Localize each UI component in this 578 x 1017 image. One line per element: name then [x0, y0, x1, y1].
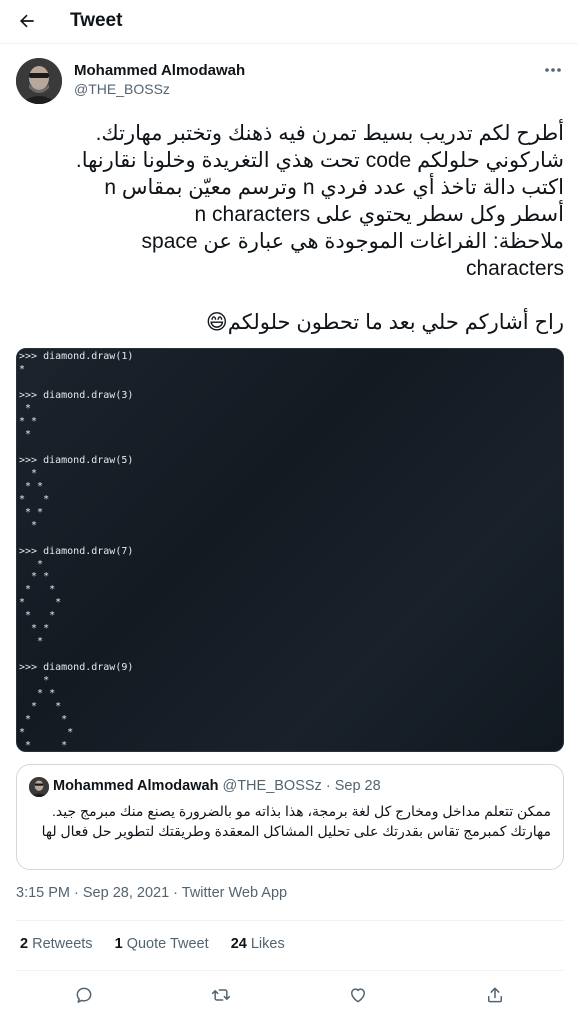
code-line: * *: [19, 740, 68, 752]
more-icon: [545, 68, 561, 72]
tweet-text-line: اكتب دالة تاخذ أي عدد فردي n وترسم معيّن…: [104, 176, 564, 199]
tweet-media-code-screenshot[interactable]: >>> diamond.draw(1) * >>> diamond.draw(3)…: [16, 348, 564, 752]
code-line: * *: [19, 688, 56, 700]
author-name[interactable]: Mohammed Almodawah: [74, 62, 245, 79]
code-line: >>> diamond.draw(5): [19, 454, 134, 466]
code-output: >>> diamond.draw(1) * >>> diamond.draw(3)…: [19, 351, 134, 752]
quoted-author-handle: @THE_BOSSz: [222, 778, 322, 794]
divider: [16, 970, 564, 971]
quoted-date: Sep 28: [334, 778, 381, 794]
code-line: * *: [19, 571, 50, 583]
code-line: *: [19, 402, 32, 414]
engagement-stats: 2 Retweets 1 Quote Tweet 24 Likes: [20, 936, 303, 952]
quoted-author-avatar: [29, 777, 49, 797]
quote-tweets-count: 1: [114, 936, 123, 952]
code-line: >>> diamond.draw(1): [19, 351, 134, 362]
quoted-author-name: Mohammed Almodawah: [53, 778, 219, 794]
tweet-actions: [16, 980, 564, 1010]
tweet-timestamp[interactable]: 3:15 PM · Sep 28, 2021 · Twitter Web App: [16, 885, 287, 901]
tweet-text-line: ملاحظة: الفراغات الموجودة هي عبارة عن sp…: [141, 230, 564, 253]
author-handle[interactable]: @THE_BOSSz: [74, 81, 170, 97]
code-line: * *: [19, 597, 62, 609]
like-icon: [351, 988, 365, 1003]
share-icon: [488, 987, 502, 1003]
code-line: * *: [19, 480, 44, 492]
code-line: *: [19, 636, 44, 648]
page-title: Tweet: [70, 10, 123, 31]
code-line: * *: [19, 610, 56, 622]
quoted-tweet[interactable]: Mohammed Almodawah @THE_BOSSz · Sep 28 م…: [16, 764, 564, 870]
code-line: * *: [19, 415, 38, 427]
likes-label: Likes: [250, 936, 285, 952]
quote-tweets-stat[interactable]: 1 Quote Tweet: [115, 936, 209, 952]
quote-tweets-label: Quote Tweet: [126, 936, 209, 952]
quoted-tweet-meta: Mohammed Almodawah @THE_BOSSz · Sep 28: [53, 778, 381, 794]
retweets-label: Retweets: [32, 936, 93, 952]
divider: [16, 920, 564, 921]
code-line: *: [19, 675, 50, 687]
code-line: * *: [19, 506, 44, 518]
code-line: * *: [19, 701, 62, 713]
retweet-icon: [211, 989, 231, 1001]
tweet-text-line: أطرح لكم تدريب بسيط تمرن فيه ذهنك وتختبر…: [95, 122, 564, 145]
code-line: *: [19, 428, 32, 440]
retweet-button[interactable]: [208, 982, 234, 1008]
code-line: *: [19, 467, 38, 479]
tweet-text-line: أسطر وكل سطر يحتوي على n characters: [194, 203, 564, 226]
tweet-text-line: شاركوني حلولكم code تحت هذي التغريدة وخل…: [75, 149, 564, 172]
code-line: * *: [19, 727, 74, 739]
top-bar: Tweet: [0, 0, 578, 44]
reply-button[interactable]: [71, 982, 97, 1008]
tweet-text-line: characters: [465, 257, 564, 280]
like-button[interactable]: [345, 982, 371, 1008]
reply-icon: [76, 987, 92, 1003]
more-options-button[interactable]: [542, 62, 564, 78]
code-line: * *: [19, 714, 68, 726]
tweet-text-line: راح أشاركم حلي بعد ما تحطون حلولكم😄: [205, 311, 564, 334]
code-line: * *: [19, 493, 50, 505]
code-line: *: [19, 558, 44, 570]
code-line: >>> diamond.draw(7): [19, 545, 134, 557]
retweets-count: 2: [20, 936, 29, 952]
tweet-text: أطرح لكم تدريب بسيط تمرن فيه ذهنك وتختبر…: [16, 120, 564, 336]
author-avatar[interactable]: [16, 58, 62, 104]
code-line: *: [19, 519, 38, 531]
code-line: * *: [19, 584, 56, 596]
share-button[interactable]: [482, 982, 508, 1008]
tweet-text-line: [16, 282, 564, 309]
tweet-author: Mohammed Almodawah @THE_BOSSz: [16, 58, 564, 106]
back-button[interactable]: [12, 6, 42, 36]
quoted-separator: ·: [325, 778, 331, 794]
code-line: >>> diamond.draw(9): [19, 662, 134, 674]
quoted-tweet-text: ممكن تتعلم مداخل ومخارج كل لغة برمجة، هذ…: [41, 803, 551, 839]
code-line: *: [19, 363, 26, 375]
back-arrow-icon: [19, 14, 34, 28]
retweets-stat[interactable]: 2 Retweets: [20, 936, 93, 952]
likes-stat[interactable]: 24 Likes: [231, 936, 285, 952]
code-line: >>> diamond.draw(3): [19, 389, 134, 401]
likes-count: 24: [230, 936, 247, 952]
code-line: * *: [19, 623, 50, 635]
